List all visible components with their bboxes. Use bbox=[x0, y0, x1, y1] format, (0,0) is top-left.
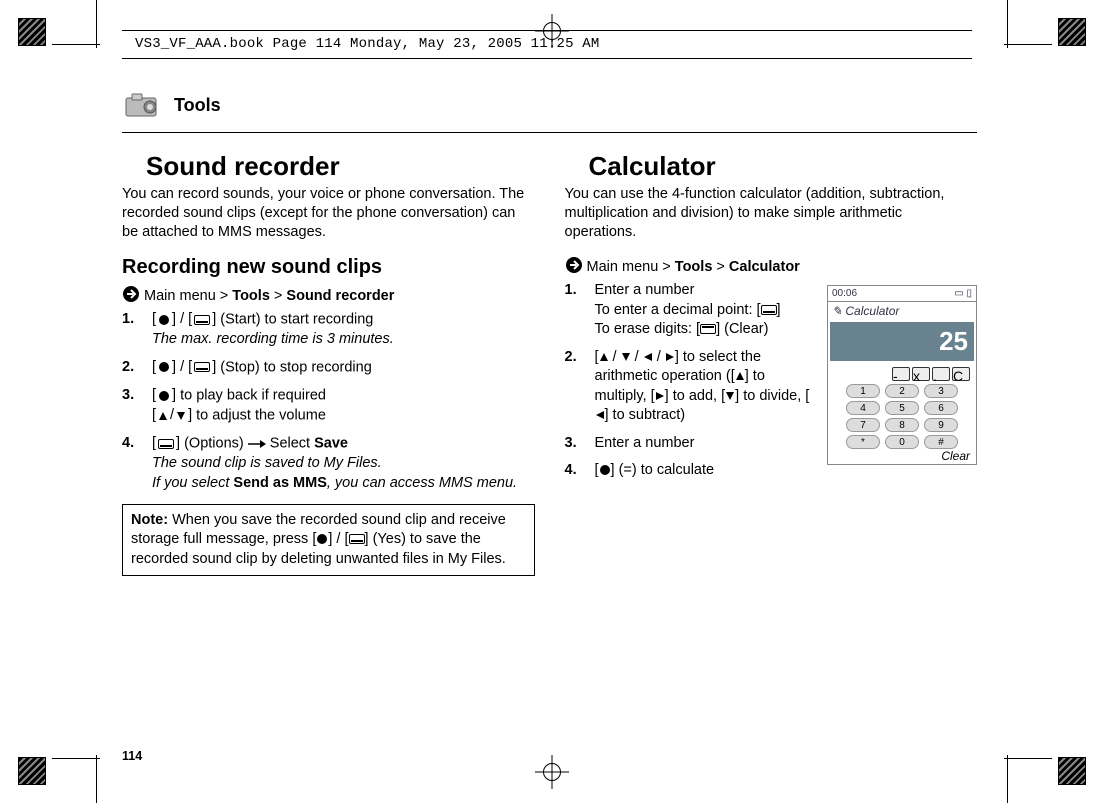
down-icon bbox=[621, 352, 631, 362]
camera-icon bbox=[122, 90, 166, 120]
running-head-rule bbox=[122, 30, 972, 31]
left-column: Sound recorder You can record sounds, yo… bbox=[122, 152, 535, 576]
steps-left: [] / [] (Start) to start recording The m… bbox=[122, 310, 535, 494]
crop-mark bbox=[52, 758, 100, 759]
nav-arrow-icon bbox=[565, 256, 583, 274]
crop-mark bbox=[52, 44, 100, 45]
step: [] (Options) Select Save The sound clip … bbox=[122, 434, 535, 493]
step: [] / [] (Stop) to stop recording bbox=[122, 358, 535, 378]
columns: Sound recorder You can record sounds, yo… bbox=[122, 152, 977, 576]
lead-right: You can use the 4-function calculator (a… bbox=[565, 185, 978, 242]
crop-mark bbox=[1007, 755, 1008, 803]
lead-left: You can record sounds, your voice or pho… bbox=[122, 185, 535, 242]
nav-line-right: Main menu > Tools > Calculator bbox=[565, 256, 978, 275]
step: [] to play back if required [ / ] to adj… bbox=[122, 386, 535, 426]
section-header: Tools bbox=[122, 90, 977, 120]
up-icon bbox=[735, 371, 745, 381]
right-icon bbox=[655, 391, 665, 401]
softkey-icon bbox=[700, 324, 716, 334]
center-key-icon bbox=[316, 533, 328, 545]
page-number: 114 bbox=[122, 749, 142, 763]
section-divider bbox=[122, 132, 977, 133]
center-key-icon bbox=[158, 390, 170, 402]
calculator-display: 25 bbox=[830, 322, 974, 361]
left-icon bbox=[643, 352, 653, 362]
down-icon bbox=[725, 391, 735, 401]
right-column: Calculator You can use the 4-function ca… bbox=[565, 152, 978, 576]
softkey-icon bbox=[349, 534, 365, 544]
softkey-icon bbox=[761, 305, 777, 315]
registration-square-tr bbox=[1058, 18, 1086, 46]
up-icon bbox=[599, 352, 609, 362]
article-title-left: Sound recorder bbox=[122, 152, 535, 181]
running-head: VS3_VF_AAA.book Page 114 Monday, May 23,… bbox=[135, 36, 599, 52]
center-key-icon bbox=[158, 314, 170, 326]
softkey-icon bbox=[158, 439, 174, 449]
step: Enter a number To enter a decimal point:… bbox=[565, 281, 818, 340]
right-icon bbox=[665, 352, 675, 362]
nav-arrow-icon bbox=[122, 285, 140, 303]
calculator-screenshot: 00:06▭ ▯ ✎ Calculator 25 -x.C 123 456 78… bbox=[827, 285, 977, 465]
article-title-right: Calculator bbox=[565, 152, 978, 181]
crop-mark bbox=[1007, 0, 1008, 48]
registration-square-br bbox=[1058, 757, 1086, 785]
softkey-icon bbox=[194, 315, 210, 325]
softkey-icon bbox=[194, 362, 210, 372]
note-box: Note: When you save the recorded sound c… bbox=[122, 504, 535, 577]
running-head-rule bbox=[122, 58, 972, 59]
section-title: Tools bbox=[174, 95, 221, 116]
content-area: Tools bbox=[122, 90, 977, 126]
registration-cross-bottom bbox=[535, 755, 569, 789]
step: Enter a number bbox=[565, 434, 818, 454]
fig-softkey-clear: Clear bbox=[828, 448, 976, 464]
up-icon bbox=[158, 411, 168, 421]
crop-mark bbox=[1004, 44, 1052, 45]
down-icon bbox=[176, 411, 186, 421]
arrow-right-icon bbox=[248, 439, 266, 449]
step: [] (=) to calculate bbox=[565, 461, 818, 481]
subheading-left: Recording new sound clips bbox=[122, 256, 535, 279]
step: [] / [] (Start) to start recording The m… bbox=[122, 310, 535, 350]
crop-mark bbox=[96, 755, 97, 803]
center-key-icon bbox=[599, 464, 611, 476]
registration-square-tl bbox=[18, 18, 46, 46]
calculator-keypad: -x.C 123 456 789 *0# bbox=[828, 363, 976, 453]
crop-mark bbox=[96, 0, 97, 48]
step: [ / / / ] to select the arithmetic opera… bbox=[565, 348, 818, 426]
crop-mark bbox=[1004, 758, 1052, 759]
registration-square-bl bbox=[18, 757, 46, 785]
left-icon bbox=[595, 410, 605, 420]
nav-line-left: Main menu > Tools > Sound recorder bbox=[122, 285, 535, 304]
fig-signal-icon: ▭ ▯ bbox=[954, 288, 972, 299]
center-key-icon bbox=[158, 361, 170, 373]
